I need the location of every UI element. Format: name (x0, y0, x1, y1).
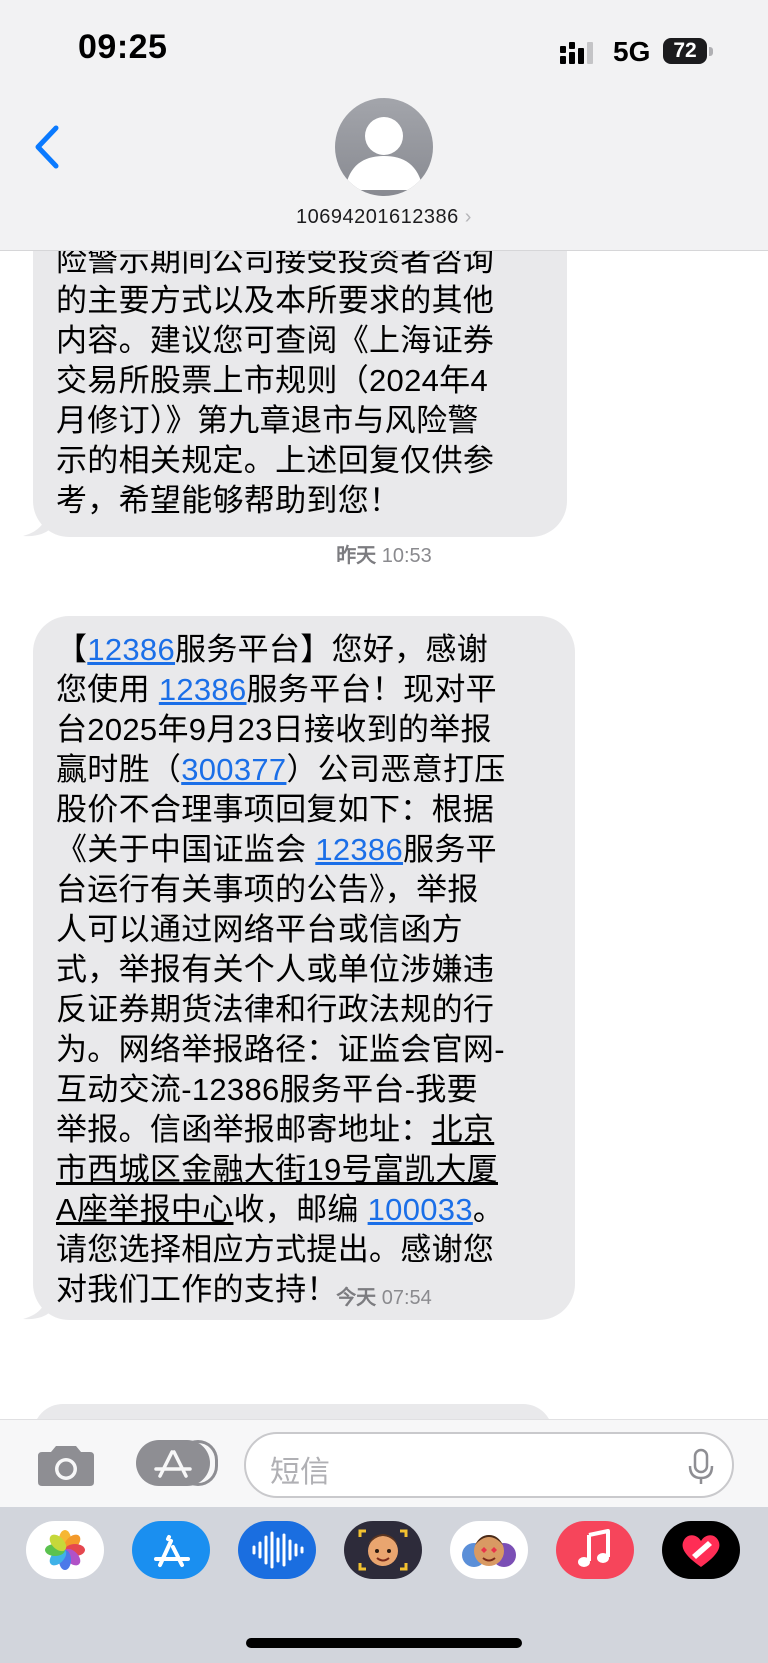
message-bubble[interactable] (33, 1404, 553, 1419)
battery-cap (709, 47, 713, 56)
compose-bar: 短信 (0, 1419, 768, 1508)
heart-glyph (682, 1535, 720, 1567)
contact-avatar[interactable] (335, 98, 433, 196)
memoji-icon[interactable] (344, 1521, 422, 1579)
photos-flower (45, 1530, 85, 1570)
stock-code-link[interactable]: 300377 (181, 752, 286, 787)
message-bubble[interactable]: 【12386服务平台】您好，感谢 您使用 12386服务平台！现对平 台2025… (23, 616, 575, 1320)
app-store-glyph (154, 1535, 190, 1567)
message-segment: 【 (56, 632, 88, 667)
app-store-icon[interactable] (132, 1521, 210, 1579)
back-chevron-icon[interactable] (30, 122, 70, 172)
contact-number[interactable]: 10694201612386 (296, 206, 459, 228)
bubble-tail (23, 507, 53, 537)
message-input[interactable]: 短信 (244, 1432, 734, 1498)
timestamp: 今天 07:54 (0, 1281, 768, 1310)
network-type: 5G (613, 36, 651, 67)
imessage-app-strip (0, 1507, 768, 1663)
waveform-glyph (252, 1531, 304, 1569)
chevron-right-icon: › (464, 206, 472, 228)
message-thread[interactable]: 险警示期间公司接受投资者咨询 的主要方式以及本所要求的其他 内容。建议您可查阅《… (0, 251, 768, 1419)
animoji-faces (462, 1535, 516, 1567)
message-segment: 收，邮编 (233, 1192, 368, 1227)
status-bar: 09:25 5G 72 (0, 0, 768, 95)
memoji-face (358, 1529, 408, 1571)
status-time: 09:25 (78, 28, 168, 66)
timestamp: 昨天 10:53 (0, 539, 768, 568)
message-text: 【12386服务平台】您好，感谢 您使用 12386服务平台！现对平 台2025… (56, 630, 561, 1310)
postcode-link[interactable]: 100033 (368, 1192, 473, 1227)
phone-link[interactable]: 12386 (315, 832, 403, 867)
app-store-icon (154, 1450, 192, 1478)
battery-level: 72 (663, 38, 707, 64)
photos-icon[interactable] (26, 1521, 104, 1579)
phone-link[interactable]: 12386 (87, 632, 175, 667)
microphone-icon[interactable] (688, 1448, 714, 1486)
animoji-icon[interactable] (450, 1521, 528, 1579)
timestamp-day: 今天 (336, 1287, 377, 1309)
home-indicator (246, 1638, 522, 1648)
phone-link[interactable]: 12386 (159, 672, 247, 707)
cellular-signal-icon (560, 42, 593, 64)
camera-icon[interactable] (36, 1442, 96, 1488)
timestamp-day: 昨天 (336, 545, 377, 567)
app-store-button[interactable] (136, 1440, 218, 1486)
timestamp-time: 07:54 (381, 1287, 432, 1309)
music-note-glyph (578, 1529, 610, 1567)
digital-touch-icon[interactable] (662, 1521, 740, 1579)
message-placeholder: 短信 (270, 1456, 330, 1489)
timestamp-time: 10:53 (381, 545, 432, 567)
contact-name[interactable]: 10694201612386 › (0, 206, 768, 229)
battery-icon: 72 (663, 38, 713, 66)
message-segment: 服务平 台运行有关事项的公告》，举报 人可以通过网络平台或信函方 式，举报有关个… (56, 832, 505, 1147)
person-icon (345, 117, 423, 190)
voice-memo-icon[interactable] (238, 1521, 316, 1579)
message-bubble[interactable]: 险警示期间公司接受投资者咨询 的主要方式以及本所要求的其他 内容。建议您可查阅《… (23, 251, 567, 537)
message-text: 险警示期间公司接受投资者咨询 的主要方式以及本所要求的其他 内容。建议您可查阅《… (56, 251, 495, 518)
music-icon[interactable] (556, 1521, 634, 1579)
